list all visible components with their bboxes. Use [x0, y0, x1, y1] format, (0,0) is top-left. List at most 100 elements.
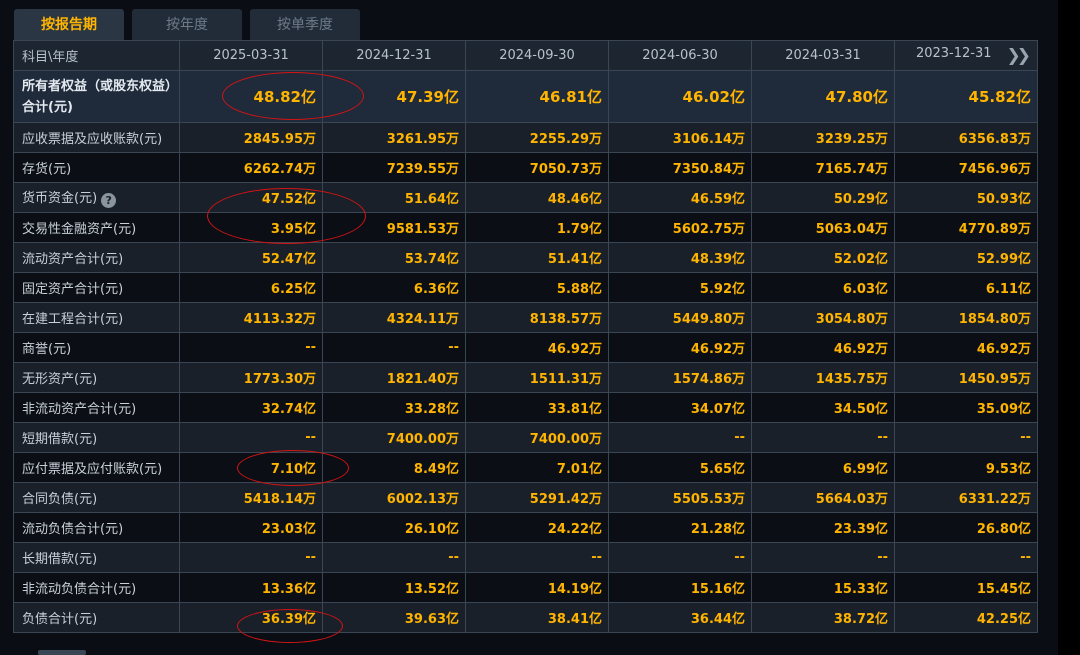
value-cell: 15.33亿	[751, 572, 895, 603]
row-label-cell: 在建工程合计(元)	[13, 302, 180, 333]
value-cell: 7.01亿	[465, 452, 609, 483]
value-cell: 6.36亿	[322, 272, 466, 303]
double-chevron-right-icon[interactable]: ❯❯	[1007, 46, 1031, 66]
value-cell: 5.92亿	[608, 272, 752, 303]
row-label: 固定资产合计(元)	[22, 282, 124, 297]
value-cell: 47.39亿	[322, 70, 466, 123]
value-cell: 1821.40万	[322, 362, 466, 393]
value-cell: 9.53亿	[894, 452, 1038, 483]
value-cell: 38.72亿	[751, 602, 895, 633]
table-row: 无形资产(元) 1773.30万 1821.40万 1511.31万 1574.86万 1…	[13, 362, 1038, 393]
value-cell: 24.22亿	[465, 512, 609, 543]
value-cell: 2845.95万	[179, 122, 323, 153]
value-cell: 35.09亿	[894, 392, 1038, 423]
row-label-cell: 应付票据及应付账款(元)	[13, 452, 180, 483]
tab-by-report-period[interactable]: 按报告期	[14, 9, 124, 41]
table-body: 所有者权益（或股东权益）合计(元) 48.82亿 47.39亿 46.81亿 46.02…	[13, 70, 1038, 633]
value-cell: 7456.96万	[894, 152, 1038, 183]
header-date: 2024-03-31	[751, 40, 895, 71]
row-label-cell: 固定资产合计(元)	[13, 272, 180, 303]
value-cell: 5602.75万	[608, 212, 752, 243]
table-row: 短期借款(元) -- 7400.00万 7400.00万 -- -- --	[13, 422, 1038, 453]
table-row: 负债合计(元) 36.39亿 39.63亿 38.41亿 36.44亿 38.72亿 42.…	[13, 602, 1038, 633]
balance-sheet-table: 科目\年度 2025-03-31 2024-12-31 2024-09-30 2…	[13, 40, 1038, 633]
value-cell: 5664.03万	[751, 482, 895, 513]
horizontal-scrollbar[interactable]	[38, 650, 86, 655]
table-row: 在建工程合计(元) 4113.32万 4324.11万 8138.57万 5449.80…	[13, 302, 1038, 333]
row-label: 合同负债(元)	[22, 492, 98, 507]
value-cell: 5505.53万	[608, 482, 752, 513]
value-cell: 48.39亿	[608, 242, 752, 273]
table-row: 非流动负债合计(元) 13.36亿 13.52亿 14.19亿 15.16亿 15.33亿…	[13, 572, 1038, 603]
value-cell: 2255.29万	[465, 122, 609, 153]
row-label-cell: 存货(元)	[13, 152, 180, 183]
value-cell: 5449.80万	[608, 302, 752, 333]
value-cell: --	[894, 422, 1038, 453]
value-cell: 47.80亿	[751, 70, 895, 123]
tab-by-quarter[interactable]: 按单季度	[250, 9, 360, 41]
value-cell: 52.02亿	[751, 242, 895, 273]
row-label: 存货(元)	[22, 162, 72, 177]
row-label-cell: 所有者权益（或股东权益）合计(元)	[13, 70, 180, 123]
value-cell: 50.93亿	[894, 182, 1038, 213]
value-cell: 53.74亿	[322, 242, 466, 273]
value-cell: 1574.86万	[608, 362, 752, 393]
value-cell: 46.81亿	[465, 70, 609, 123]
financial-data-panel: 按报告期 按年度 按单季度 科目\年度 2025-03-31 2024-12-3…	[0, 0, 1059, 655]
value-cell: --	[179, 332, 323, 363]
table-header-row: 科目\年度 2025-03-31 2024-12-31 2024-09-30 2…	[13, 40, 1038, 71]
row-label-cell: 负债合计(元)	[13, 602, 180, 633]
value-cell: 51.64亿	[322, 182, 466, 213]
value-cell: 33.28亿	[322, 392, 466, 423]
header-date: 2024-09-30	[465, 40, 609, 71]
value-cell: 6002.13万	[322, 482, 466, 513]
value-cell: 5418.14万	[179, 482, 323, 513]
table-row: 货币资金(元)? 47.52亿 51.64亿 48.46亿 46.59亿 50.29亿 50…	[13, 182, 1038, 213]
table-row: 非流动资产合计(元) 32.74亿 33.28亿 33.81亿 34.07亿 34.50亿…	[13, 392, 1038, 423]
help-question-icon[interactable]: ?	[101, 193, 117, 208]
value-cell: 46.92万	[608, 332, 752, 363]
value-cell: 1511.31万	[465, 362, 609, 393]
value-cell: 46.92万	[751, 332, 895, 363]
value-cell: 7400.00万	[322, 422, 466, 453]
row-label: 交易性金融资产(元)	[22, 222, 137, 237]
value-cell: 48.82亿	[179, 70, 323, 123]
table-row: 应收票据及应收账款(元) 2845.95万 3261.95万 2255.29万 3106…	[13, 122, 1038, 153]
value-cell: 46.02亿	[608, 70, 752, 123]
value-cell: --	[179, 542, 323, 573]
row-label: 流动负债合计(元)	[22, 522, 124, 537]
right-margin	[1058, 0, 1080, 655]
row-label: 非流动负债合计(元)	[22, 582, 137, 597]
value-cell: 6.03亿	[751, 272, 895, 303]
header-date: 2024-12-31	[322, 40, 466, 71]
table-row: 存货(元) 6262.74万 7239.55万 7050.73万 7350.84万 716…	[13, 152, 1038, 183]
value-cell: 5063.04万	[751, 212, 895, 243]
value-cell: 23.03亿	[179, 512, 323, 543]
header-date: 2025-03-31	[179, 40, 323, 71]
value-cell: 47.52亿	[179, 182, 323, 213]
value-cell: 52.99亿	[894, 242, 1038, 273]
row-label: 商誉(元)	[22, 342, 72, 357]
value-cell: 4770.89万	[894, 212, 1038, 243]
row-label-cell: 流动资产合计(元)	[13, 242, 180, 273]
value-cell: --	[608, 542, 752, 573]
row-label: 应付票据及应付账款(元)	[22, 462, 163, 477]
value-cell: --	[179, 422, 323, 453]
value-cell: 7239.55万	[322, 152, 466, 183]
tab-by-year[interactable]: 按年度	[132, 9, 242, 41]
value-cell: 46.92万	[465, 332, 609, 363]
table-row: 所有者权益（或股东权益）合计(元) 48.82亿 47.39亿 46.81亿 46.02…	[13, 70, 1038, 123]
row-label: 短期借款(元)	[22, 432, 98, 447]
value-cell: --	[322, 332, 466, 363]
value-cell: 4113.32万	[179, 302, 323, 333]
value-cell: 7165.74万	[751, 152, 895, 183]
row-label-cell: 流动负债合计(元)	[13, 512, 180, 543]
row-label-cell: 无形资产(元)	[13, 362, 180, 393]
row-label: 长期借款(元)	[22, 552, 98, 567]
value-cell: 33.81亿	[465, 392, 609, 423]
value-cell: --	[894, 542, 1038, 573]
value-cell: 1854.80万	[894, 302, 1038, 333]
value-cell: 7.10亿	[179, 452, 323, 483]
row-label-cell: 合同负债(元)	[13, 482, 180, 513]
table-row: 合同负债(元) 5418.14万 6002.13万 5291.42万 5505.53万 5…	[13, 482, 1038, 513]
